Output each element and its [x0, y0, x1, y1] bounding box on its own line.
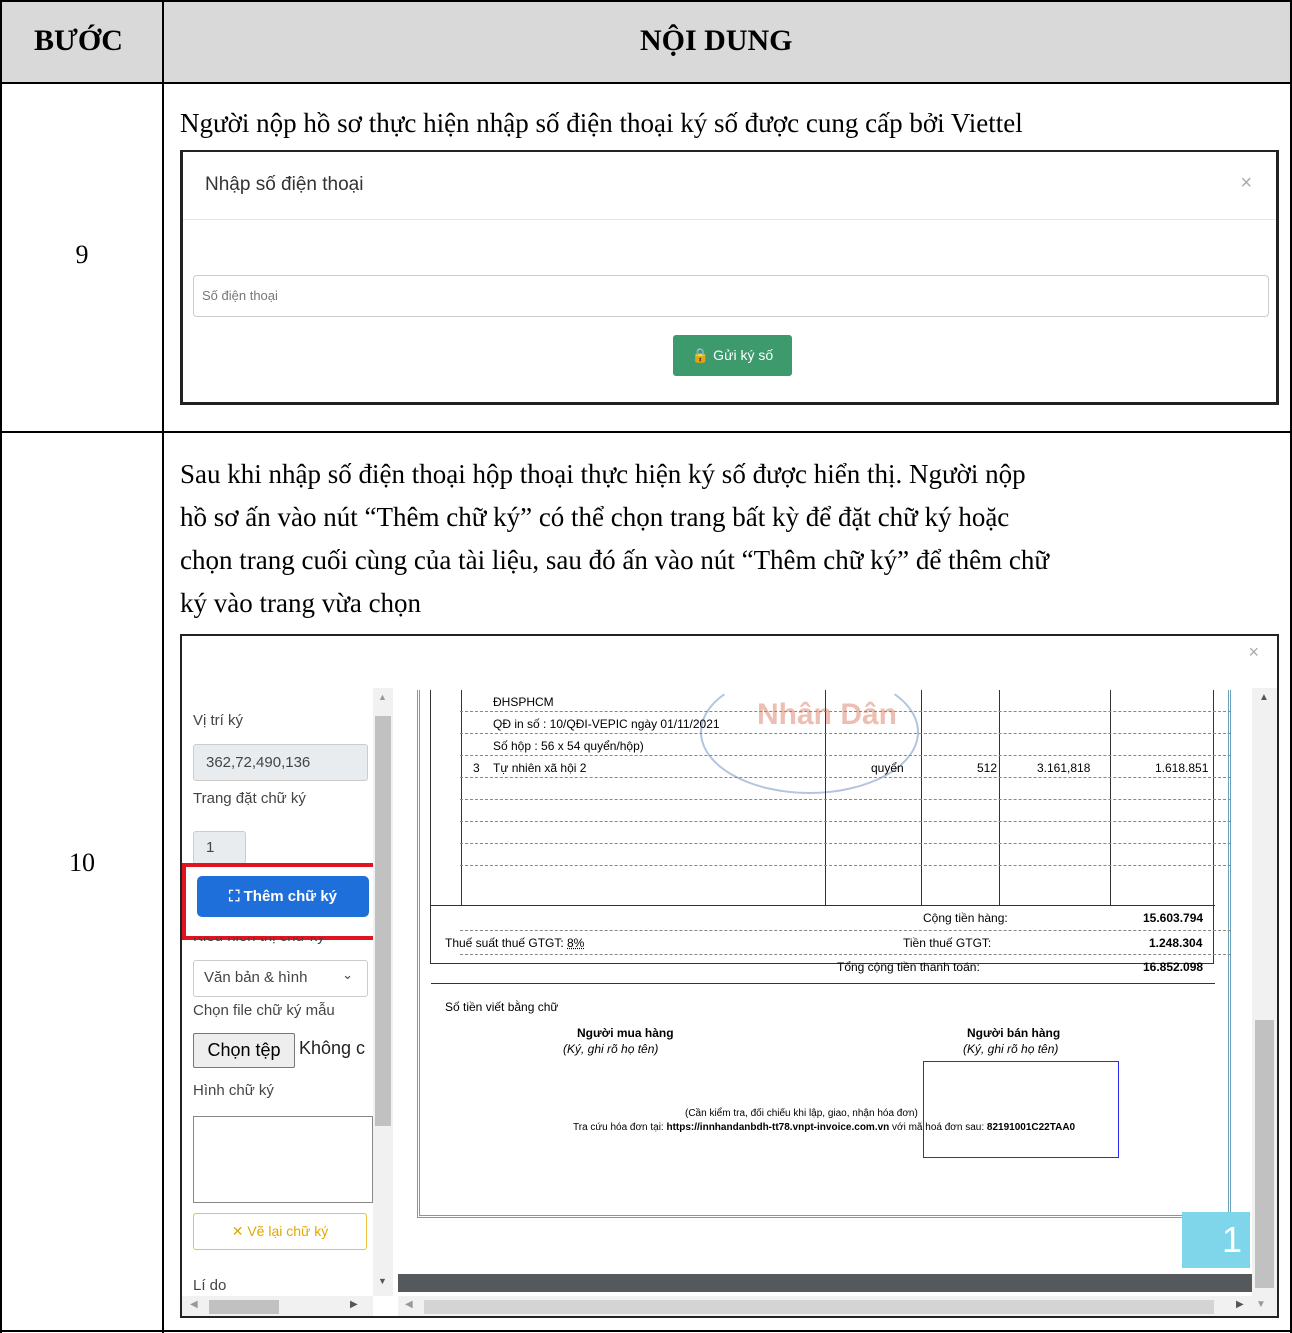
highlight-box	[182, 863, 389, 940]
scroll-down-icon[interactable]: ▼	[378, 1276, 387, 1286]
scroll-thumb[interactable]	[209, 1300, 279, 1314]
header-content: NỘI DUNG	[640, 24, 793, 57]
buyer-title: Người mua hàng	[577, 1026, 674, 1040]
vat-rate-label: Thuế suất thuế GTGT:	[445, 936, 564, 950]
invoice-preview: Nhân Dân ĐHSPHCM QĐ in số : 10/QĐI-VEPIC…	[415, 690, 1232, 1260]
viewer-bottom-bar	[398, 1274, 1252, 1292]
item-price: 3.161,818	[1037, 761, 1091, 775]
image-label: Hình chữ ký	[193, 1082, 274, 1099]
step9-description: Người nộp hồ sơ thực hiện nhập số điện t…	[180, 108, 1023, 138]
step10-line-1: Sau khi nhập số điện thoại hộp thoại thự…	[180, 459, 1026, 489]
close-icon[interactable]: ×	[1240, 172, 1252, 195]
vat-value: 1.248.304	[1149, 936, 1203, 950]
item-unit: quyển	[871, 761, 904, 775]
signature-placement-box[interactable]	[923, 1061, 1119, 1158]
scroll-down-icon[interactable]: ▼	[1256, 1299, 1266, 1310]
file-label: Chọn file chữ ký mẫu	[193, 1002, 335, 1019]
total-value: 16.852.098	[1143, 960, 1204, 974]
step-number-9: 9	[75, 240, 89, 269]
reason-label: Lí do	[193, 1277, 227, 1294]
step-number-10: 10	[69, 848, 95, 877]
table-border-bottom	[0, 1330, 1292, 1332]
table-border-header	[0, 82, 1292, 84]
invoice-table	[430, 690, 1215, 984]
dialog-divider	[183, 219, 1276, 220]
signature-canvas[interactable]	[193, 1116, 373, 1203]
buyer-note: (Ký, ghi rõ họ tên)	[563, 1042, 659, 1056]
item-no: 3	[473, 761, 480, 775]
choose-file-button[interactable]: Chọn tệp	[193, 1033, 295, 1068]
check-note: (Cần kiểm tra, đối chiếu khi lập, giao, …	[685, 1108, 918, 1119]
total-label: Tổng cộng tiền thanh toán:	[837, 960, 980, 974]
table-border-top	[0, 0, 1292, 2]
table-border-row	[0, 431, 1292, 433]
scroll-left-icon[interactable]: ◀	[190, 1299, 198, 1310]
phone-input[interactable]: Số điện thoại	[193, 275, 1269, 317]
send-sign-button[interactable]: 🔒 Gửi ký số	[673, 335, 792, 376]
invoice-row-1: ĐHSPHCM	[493, 695, 554, 709]
step10-line-3: chọn trang cuối cùng của tài liệu, sau đ…	[180, 545, 1049, 575]
chevron-down-icon: ⌄	[342, 967, 353, 982]
subtotal-value: 15.603.794	[1143, 911, 1204, 925]
dialog-title: Nhập số điện thoại	[205, 174, 364, 195]
header-step: BƯỚC	[34, 24, 123, 57]
preview-horizontal-scrollbar[interactable]: ◀ ▶ ▼	[398, 1296, 1277, 1316]
display-type-select[interactable]: Văn bản & hình ⌄	[193, 960, 368, 997]
phone-dialog-screenshot: Nhập số điện thoại × Số điện thoại 🔒 Gửi…	[180, 150, 1279, 405]
seller-title: Người bán hàng	[967, 1026, 1061, 1040]
page-label: Trang đặt chữ ký	[193, 790, 306, 807]
step10-line-2: hồ sơ ấn vào nút “Thêm chữ ký” có thể ch…	[180, 502, 1010, 532]
page-number-badge: 1	[1182, 1212, 1250, 1268]
invoice-row-2: QĐ in số : 10/QĐI-VEPIC ngày 01/11/2021	[493, 717, 720, 731]
scroll-thumb[interactable]	[424, 1300, 1214, 1314]
scroll-right-icon[interactable]: ▶	[350, 1299, 358, 1310]
lookup-prefix: Tra cứu hóa đơn tại:	[573, 1122, 664, 1133]
vat-rate-value: 8%	[567, 936, 585, 950]
table-border-left	[0, 0, 2, 1333]
left-horizontal-scrollbar[interactable]: ◀ ▶	[182, 1296, 373, 1316]
file-status: Không c	[299, 1038, 366, 1058]
subtotal-label: Cộng tiền hàng:	[923, 911, 1008, 925]
procedure-table: BƯỚC NỘI DUNG 9 Người nộp hồ sơ thực hiệ…	[0, 0, 1292, 1333]
scroll-up-icon[interactable]: ▲	[1259, 692, 1269, 703]
item-amount: 1.618.851	[1155, 761, 1209, 775]
left-vertical-scrollbar[interactable]: ▲ ▼	[373, 688, 393, 1296]
sign-dialog-screenshot: × Vị trí ký 362,72,490,136 Trang đặt chữ…	[180, 634, 1279, 1318]
scroll-thumb[interactable]	[1255, 1020, 1274, 1288]
invoice-row-3: Số hộp : 56 x 54 quyển/hộp)	[493, 739, 644, 753]
position-field[interactable]: 362,72,490,136	[193, 744, 368, 781]
table-border-mid	[162, 0, 164, 1333]
vat-label: Tiền thuế GTGT:	[903, 936, 992, 950]
page-field[interactable]: 1	[193, 831, 246, 864]
position-label: Vị trí ký	[193, 712, 244, 729]
scroll-right-icon[interactable]: ▶	[1236, 1299, 1244, 1310]
words-label: Số tiền viết bằng chữ	[445, 1000, 559, 1014]
item-qty: 512	[977, 761, 998, 775]
scroll-left-icon[interactable]: ◀	[405, 1299, 413, 1310]
lookup-url[interactable]: https://innhandanbdh-tt78.vnpt-invoice.c…	[666, 1122, 889, 1133]
step10-line-4: ký vào trang vừa chọn	[180, 588, 422, 618]
redraw-signature-button[interactable]: ✕ Vẽ lại chữ ký	[193, 1213, 367, 1250]
display-type-value: Văn bản & hình	[204, 969, 308, 986]
scroll-up-icon[interactable]: ▲	[378, 692, 387, 702]
right-vertical-scrollbar[interactable]: ▲	[1252, 688, 1277, 1296]
seller-note: (Ký, ghi rõ họ tên)	[963, 1042, 1059, 1056]
close-icon[interactable]: ×	[1248, 642, 1259, 663]
scroll-thumb[interactable]	[375, 716, 391, 1126]
item-name: Tự nhiên xã hội 2	[493, 761, 587, 775]
